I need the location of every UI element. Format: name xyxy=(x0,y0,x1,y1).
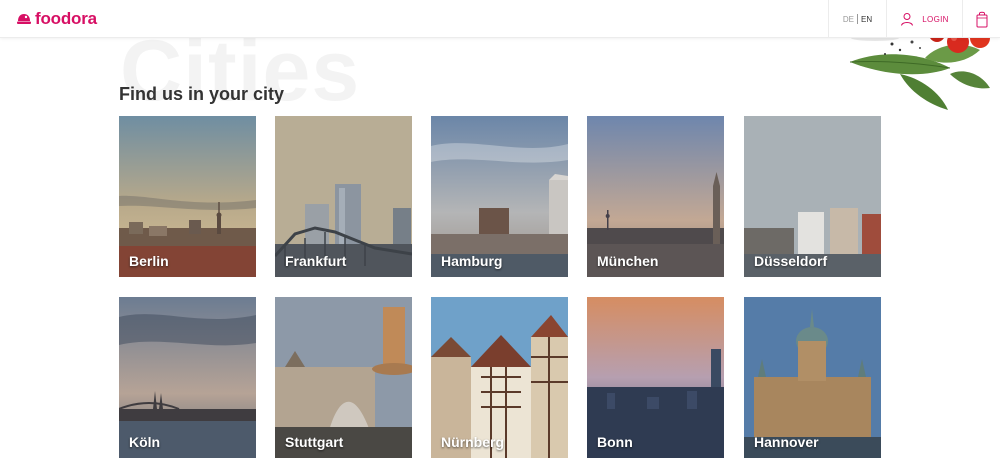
chef-hat-icon xyxy=(17,14,31,24)
login-label: LOGIN xyxy=(922,14,949,24)
top-navigation-bar: foodora DE EN LOGIN xyxy=(0,0,1000,38)
language-switcher: DE EN xyxy=(828,0,886,38)
city-name: Nürnberg xyxy=(441,434,504,450)
city-name: München xyxy=(597,253,659,269)
city-tile-stuttgart[interactable]: Stuttgart xyxy=(275,297,412,458)
user-icon xyxy=(901,13,914,26)
city-name: Stuttgart xyxy=(285,434,344,450)
language-en[interactable]: EN xyxy=(861,15,872,24)
city-name: Düsseldorf xyxy=(754,253,828,269)
city-name: Berlin xyxy=(129,253,169,269)
login-button[interactable]: LOGIN xyxy=(886,0,962,38)
city-tile-frankfurt[interactable]: Frankfurt xyxy=(275,116,412,277)
city-tile-hannover[interactable]: Hannover xyxy=(744,297,881,458)
language-divider xyxy=(857,14,858,24)
foodora-logo[interactable]: foodora xyxy=(16,9,97,29)
page-heading: Find us in your city xyxy=(119,84,285,104)
cart-button[interactable] xyxy=(962,0,1000,38)
city-tile-koln[interactable]: Köln xyxy=(119,297,256,458)
city-name: Bonn xyxy=(597,434,633,450)
header-actions: DE EN LOGIN xyxy=(828,0,1000,38)
language-de[interactable]: DE xyxy=(843,15,854,24)
city-name: Köln xyxy=(129,434,161,450)
city-tile-munchen[interactable]: München xyxy=(587,116,724,277)
city-name: Frankfurt xyxy=(285,253,347,269)
city-name: Hamburg xyxy=(441,253,503,269)
shopping-bag-icon xyxy=(976,11,987,27)
city-tile-bonn[interactable]: Bonn xyxy=(587,297,724,458)
city-tile-hamburg[interactable]: Hamburg xyxy=(431,116,568,277)
city-tile-nurnberg[interactable]: Nürnberg xyxy=(431,297,568,458)
city-tile-berlin[interactable]: Berlin xyxy=(119,116,256,277)
city-tile-dusseldorf[interactable]: Düsseldorf xyxy=(744,116,881,277)
city-name: Hannover xyxy=(754,434,819,450)
brand-name: foodora xyxy=(35,9,97,28)
